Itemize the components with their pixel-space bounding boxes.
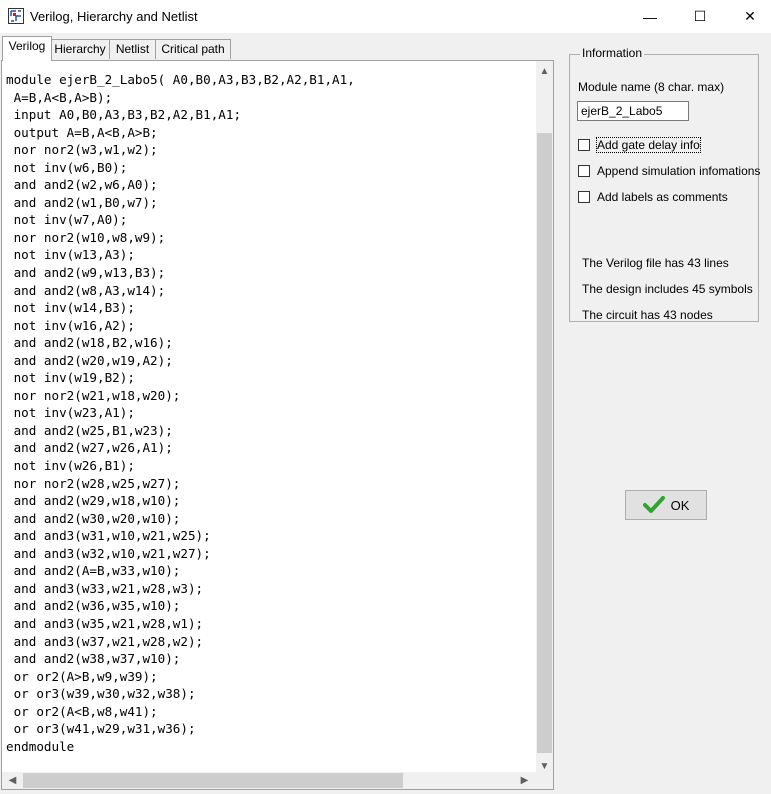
minimize-icon: — [643,8,657,25]
scroll-left-icon[interactable]: ◀ [4,772,21,789]
verilog-window: Verilog, Hierarchy and Netlist — ☐ ✕ Ver… [0,0,771,794]
horizontal-scroll-thumb[interactable] [23,773,403,788]
labels-as-comments-checkbox[interactable] [578,191,590,203]
module-name-label: Module name (8 char. max) [578,80,725,94]
maximize-button[interactable]: ☐ [677,0,723,33]
title-bar: Verilog, Hierarchy and Netlist — ☐ ✕ [0,0,771,33]
module-name-input[interactable]: ejerB_2_Labo5 [577,101,689,121]
ok-label: OK [670,497,690,513]
append-simulation-label[interactable]: Append simulation infomations [597,164,760,178]
information-legend: Information [580,46,645,60]
scroll-up-icon[interactable]: ▲ [536,63,553,80]
checkmark-icon [642,496,665,513]
scroll-right-icon[interactable]: ▶ [516,772,533,789]
stat-nodes: The circuit has 43 nodes [582,308,713,322]
side-panel: Information Module name (8 char. max) ej… [563,38,769,790]
gate-delay-checkbox[interactable] [578,139,590,151]
append-simulation-checkbox[interactable] [578,165,590,177]
close-button[interactable]: ✕ [727,0,771,33]
information-group: Information Module name (8 char. max) ej… [569,46,760,322]
tab-critical-path[interactable]: Critical path [155,39,231,59]
ok-button[interactable]: OK [625,490,707,520]
vertical-scrollbar[interactable]: ▲ ▼ [536,61,553,773]
verilog-code[interactable]: module ejerB_2_Labo5( A0,B0,A3,B3,B2,A2,… [6,71,355,755]
horizontal-scrollbar[interactable]: ◀ ▶ [2,772,553,789]
maximize-icon: ☐ [693,8,707,24]
window-title: Verilog, Hierarchy and Netlist [30,9,198,24]
tab-netlist[interactable]: Netlist [109,39,156,59]
gate-delay-label[interactable]: Add gate delay info [596,137,701,153]
app-icon [8,8,24,24]
vertical-scroll-thumb[interactable] [537,133,552,753]
stat-lines: The Verilog file has 43 lines [582,256,729,270]
stat-symbols: The design includes 45 symbols [582,282,753,296]
labels-as-comments-label[interactable]: Add labels as comments [597,190,728,204]
tab-hierarchy[interactable]: Hierarchy [50,39,110,59]
tab-verilog[interactable]: Verilog [2,36,52,61]
close-icon: ✕ [744,8,756,24]
verilog-code-editor[interactable]: module ejerB_2_Labo5( A0,B0,A3,B3,B2,A2,… [1,60,554,790]
minimize-button[interactable]: — [627,0,673,33]
